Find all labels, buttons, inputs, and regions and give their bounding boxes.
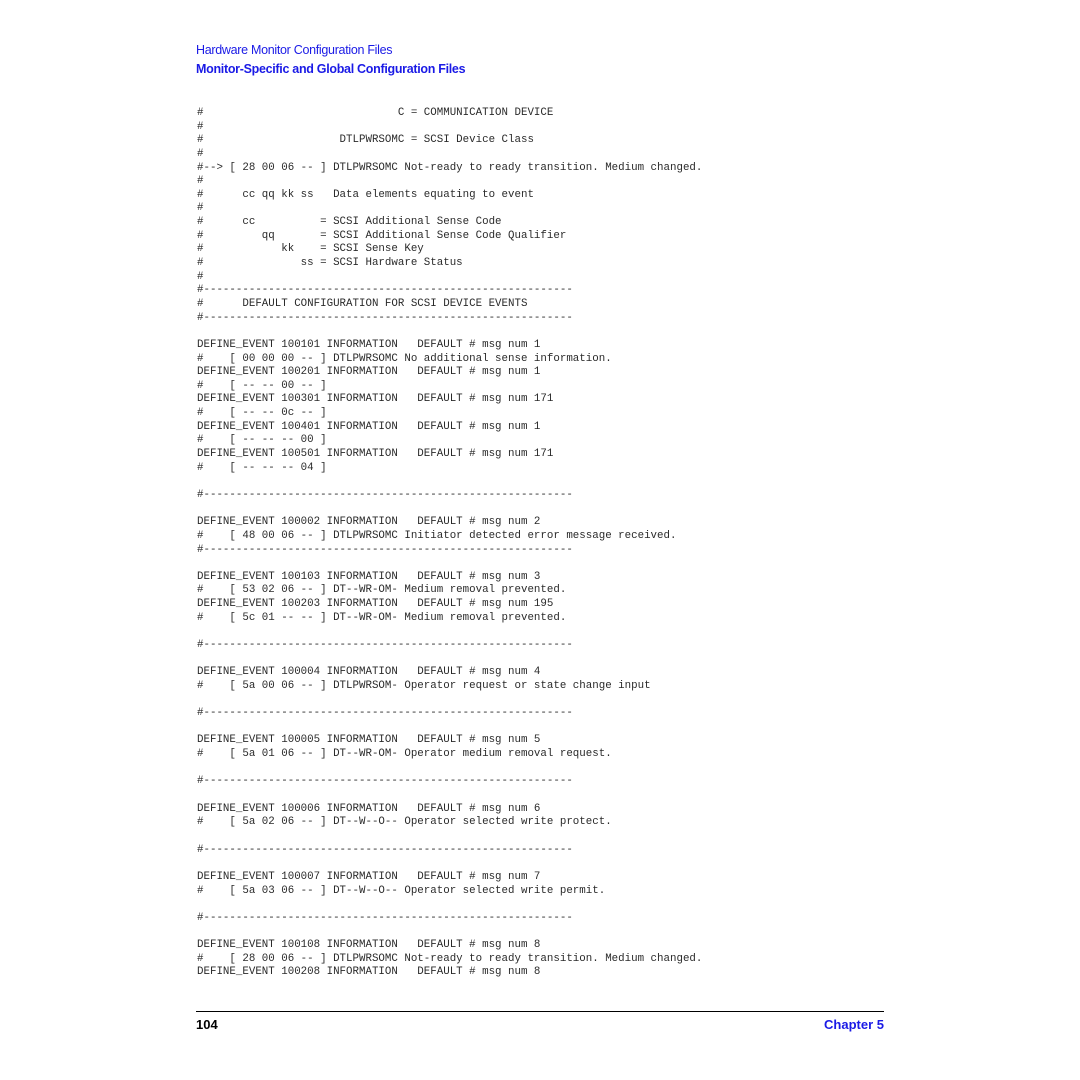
code-line: DEFINE_EVENT 100007 INFORMATION DEFAULT … — [197, 870, 541, 883]
code-line: #---------------------------------------… — [197, 911, 573, 924]
footer-divider — [196, 1011, 884, 1012]
code-line: # [ -- -- 00 -- ] — [197, 379, 327, 392]
code-line: # [ -- -- -- 04 ] — [197, 461, 327, 474]
code-line: DEFINE_EVENT 100208 INFORMATION DEFAULT … — [197, 966, 541, 979]
code-line: # ss = SCSI Hardware Status — [197, 257, 463, 270]
code-line: # [ 5a 03 06 -- ] DT--W--O-- Operator se… — [197, 884, 606, 897]
code-line: DEFINE_EVENT 100006 INFORMATION DEFAULT … — [197, 802, 541, 815]
code-line: #---------------------------------------… — [197, 311, 573, 324]
code-line: # cc qq kk ss Data elements equating to … — [197, 188, 534, 201]
code-line: DEFINE_EVENT 100301 INFORMATION DEFAULT … — [197, 393, 554, 406]
code-line: # [ 53 02 06 -- ] DT--WR-OM- Medium remo… — [197, 584, 567, 597]
code-line: # — [197, 147, 204, 160]
code-line: # C = COMMUNICATION DEVICE — [197, 107, 554, 119]
code-line: #---------------------------------------… — [197, 775, 573, 788]
code-line: # qq = SCSI Additional Sense Code Qualif… — [197, 229, 567, 242]
code-line: # DEFAULT CONFIGURATION FOR SCSI DEVICE … — [197, 297, 528, 310]
code-line: #---------------------------------------… — [197, 488, 573, 501]
code-line: #---------------------------------------… — [197, 284, 573, 297]
code-line: DEFINE_EVENT 100501 INFORMATION DEFAULT … — [197, 448, 554, 461]
code-line: # DTLPWRSOMC = SCSI Device Class — [197, 134, 534, 147]
code-line: # [ 00 00 00 -- ] DTLPWRSOMC No addition… — [197, 352, 612, 365]
code-line: # — [197, 202, 204, 215]
code-line: # [ 5a 01 06 -- ] DT--WR-OM- Operator me… — [197, 748, 612, 761]
code-line: DEFINE_EVENT 100002 INFORMATION DEFAULT … — [197, 516, 541, 529]
code-line: # [ 28 00 06 -- ] DTLPWRSOMC Not-ready t… — [197, 952, 703, 965]
code-line: # [ 5c 01 -- -- ] DT--WR-OM- Medium remo… — [197, 611, 567, 624]
page-number: 104 — [196, 1017, 218, 1032]
code-line: DEFINE_EVENT 100201 INFORMATION DEFAULT … — [197, 366, 541, 379]
code-line: # [ 5a 02 06 -- ] DT--W--O-- Operator se… — [197, 816, 612, 829]
code-line: # — [197, 120, 204, 133]
code-line: #---------------------------------------… — [197, 543, 573, 556]
code-line: # cc = SCSI Additional Sense Code — [197, 216, 502, 229]
code-line: #---------------------------------------… — [197, 638, 573, 651]
code-line: DEFINE_EVENT 100401 INFORMATION DEFAULT … — [197, 420, 541, 433]
config-file-listing: # C = COMMUNICATION DEVICE # # DTLPWRSOMC … — [197, 107, 702, 980]
running-header-title: Monitor-Specific and Global Configuratio… — [196, 62, 466, 76]
code-line: #---------------------------------------… — [197, 843, 573, 856]
chapter-label: Chapter 5 — [824, 1017, 884, 1032]
code-line: #--> [ 28 00 06 -- ] DTLPWRSOMC Not-read… — [197, 161, 703, 174]
running-header-section: Hardware Monitor Configuration Files — [196, 43, 393, 57]
code-line: DEFINE_EVENT 100004 INFORMATION DEFAULT … — [197, 666, 541, 679]
code-line: # [ 5a 00 06 -- ] DTLPWRSOM- Operator re… — [197, 679, 651, 692]
code-line: DEFINE_EVENT 100101 INFORMATION DEFAULT … — [197, 338, 541, 351]
code-line: # [ -- -- 0c -- ] — [197, 407, 327, 420]
code-line: # — [197, 175, 204, 188]
code-line: # — [197, 270, 204, 283]
code-line: DEFINE_EVENT 100103 INFORMATION DEFAULT … — [197, 570, 541, 583]
code-line: DEFINE_EVENT 100108 INFORMATION DEFAULT … — [197, 939, 541, 952]
code-line: # kk = SCSI Sense Key — [197, 243, 424, 256]
code-line: #---------------------------------------… — [197, 707, 573, 720]
code-line: # [ 48 00 06 -- ] DTLPWRSOMC Initiator d… — [197, 529, 677, 542]
code-line: DEFINE_EVENT 100005 INFORMATION DEFAULT … — [197, 734, 541, 747]
code-line: DEFINE_EVENT 100203 INFORMATION DEFAULT … — [197, 598, 554, 611]
code-line: # [ -- -- -- 00 ] — [197, 434, 327, 447]
